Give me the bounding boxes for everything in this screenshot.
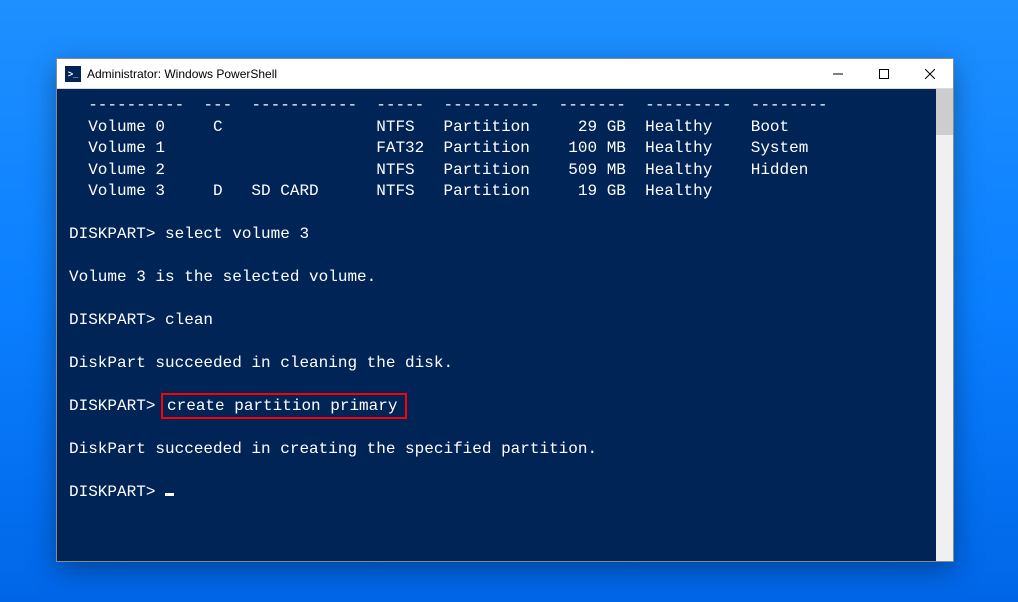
window-title: Administrator: Windows PowerShell <box>87 67 277 81</box>
close-button[interactable] <box>907 59 953 88</box>
table-divider: ---------- --- ----------- ----- -------… <box>69 96 828 114</box>
vertical-scrollbar[interactable] <box>936 89 953 561</box>
prompt: DISKPART> <box>69 225 165 243</box>
scrollbar-thumb[interactable] <box>936 89 953 135</box>
output-line: DiskPart succeeded in cleaning the disk. <box>69 354 453 372</box>
output-line: Volume 3 is the selected volume. <box>69 268 376 286</box>
powershell-window: >_ Administrator: Windows PowerShell ---… <box>56 58 954 562</box>
powershell-icon: >_ <box>65 66 81 82</box>
cursor-icon <box>165 493 174 496</box>
titlebar[interactable]: >_ Administrator: Windows PowerShell <box>57 59 953 89</box>
prompt: DISKPART> <box>69 483 165 501</box>
table-row: Volume 0 C NTFS Partition 29 GB Healthy … <box>69 118 789 136</box>
maximize-button[interactable] <box>861 59 907 88</box>
command: select volume 3 <box>165 225 309 243</box>
terminal-output[interactable]: ---------- --- ----------- ----- -------… <box>57 89 936 561</box>
minimize-button[interactable] <box>815 59 861 88</box>
command: clean <box>165 311 213 329</box>
prompt: DISKPART> <box>69 311 165 329</box>
highlighted-command: create partition primary <box>161 393 407 419</box>
output-line: DiskPart succeeded in creating the speci… <box>69 440 597 458</box>
table-row: Volume 2 NTFS Partition 509 MB Healthy H… <box>69 161 808 179</box>
prompt: DISKPART> <box>69 397 165 415</box>
table-row: Volume 3 D SD CARD NTFS Partition 19 GB … <box>69 182 712 200</box>
table-row: Volume 1 FAT32 Partition 100 MB Healthy … <box>69 139 808 157</box>
